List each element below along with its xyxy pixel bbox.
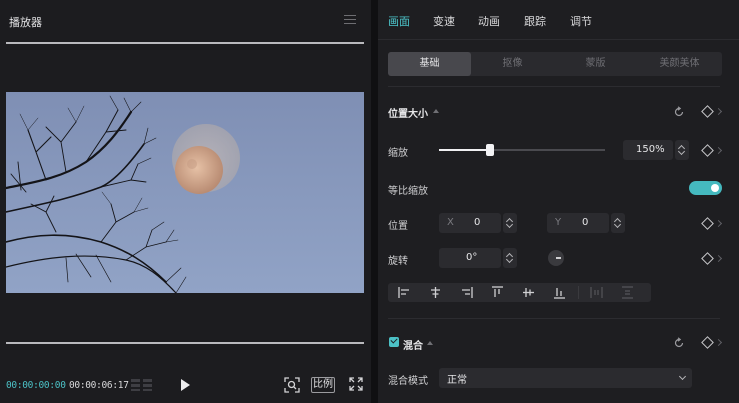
position-label: 位置 [388,221,408,232]
subtab-basic[interactable]: 基础 [388,52,471,76]
scale-stepper[interactable] [675,140,689,160]
menu-icon[interactable] [344,15,356,25]
collapse-caret-icon[interactable] [433,109,439,113]
position-x-input[interactable]: X 0 [439,213,501,233]
reset-icon[interactable] [673,337,685,349]
align-bottom-icon[interactable] [553,286,566,299]
tab-speed[interactable]: 变速 [433,13,455,29]
scale-slider-thumb[interactable] [486,144,494,156]
current-time: 00:00:00:00 [6,380,66,391]
divider [6,42,364,44]
player-header: 播放器 [0,0,371,42]
align-left-icon[interactable] [398,286,411,299]
blend-checkbox[interactable] [389,337,399,347]
blend-mode-value: 正常 [447,375,467,386]
chevron-right-icon [714,107,723,116]
uniform-scale-label: 等比缩放 [388,186,428,197]
align-center-h-icon[interactable] [429,286,442,299]
divider [388,86,720,87]
chevron-right-icon [714,219,723,228]
blend-section-title: 混合 [403,341,423,352]
chevron-right-icon [714,338,723,347]
zoom-fit-icon[interactable] [284,377,300,393]
keyframe-icon[interactable] [701,217,714,230]
position-y-input[interactable]: Y 0 [547,213,609,233]
align-right-icon[interactable] [460,286,473,299]
blend-mode-label: 混合模式 [388,376,428,387]
video-preview[interactable] [6,92,364,293]
play-button[interactable] [176,376,194,394]
uniform-scale-toggle[interactable] [689,181,722,195]
frames-icon[interactable] [131,378,153,392]
tab-picture[interactable]: 画面 [388,13,410,29]
divider [578,286,579,299]
distribute-v-icon[interactable] [621,286,634,299]
fullscreen-icon[interactable] [349,377,363,391]
x-axis-label: X [447,217,454,228]
y-axis-label: Y [555,217,562,228]
align-center-v-icon[interactable] [522,286,535,299]
keyframe-icon[interactable] [701,252,714,265]
subtab-bar: 基础 抠像 蒙版 美颜美体 [388,52,722,76]
rotation-label: 旋转 [388,256,408,267]
scale-label: 缩放 [388,148,408,159]
keyframe-icon[interactable] [701,105,714,118]
position-x-stepper[interactable] [503,213,517,233]
rotation-input[interactable]: 0° [439,248,501,268]
blend-mode-select[interactable]: 正常 [439,368,692,388]
rotation-dial[interactable] [548,250,564,266]
inspector-tabs: 画面 变速 动画 跟踪 调节 [378,0,739,40]
ratio-button[interactable]: 比例 [311,377,335,393]
chevron-right-icon [714,146,723,155]
align-top-icon[interactable] [491,286,504,299]
scale-slider-fill [439,149,490,151]
collapse-caret-icon[interactable] [427,341,433,345]
align-toolbar [388,283,651,302]
tab-tracking[interactable]: 跟踪 [524,13,546,29]
chevron-down-icon [678,372,687,381]
rotation-stepper[interactable] [503,248,517,268]
scale-slider[interactable] [439,149,605,151]
distribute-h-icon[interactable] [590,286,603,299]
subtab-cutout[interactable]: 抠像 [471,52,554,76]
position-y-stepper[interactable] [611,213,625,233]
keyframe-icon[interactable] [701,336,714,349]
video-frame-image [6,92,364,293]
duration: 00:00:06:17 [69,380,129,391]
scale-input[interactable]: 150% [623,140,673,160]
timeline-progress[interactable] [6,342,364,344]
subtab-beauty[interactable]: 美颜美体 [637,52,722,76]
player-panel: 播放器 00:00:00:00 00:00:06:17 比例 [0,0,371,403]
reset-icon[interactable] [673,106,685,118]
tab-animation[interactable]: 动画 [478,13,500,29]
transform-section-title: 位置大小 [388,109,428,120]
divider [388,318,720,319]
tab-adjust[interactable]: 调节 [570,13,592,29]
position-x-value: 0 [474,217,481,228]
position-y-value: 0 [582,217,589,228]
inspector-panel: 画面 变速 动画 跟踪 调节 基础 抠像 蒙版 美颜美体 位置大小 缩放 150… [378,0,739,403]
keyframe-icon[interactable] [701,144,714,157]
chevron-right-icon [714,254,723,263]
player-title: 播放器 [9,16,42,29]
subtab-mask[interactable]: 蒙版 [554,52,637,76]
